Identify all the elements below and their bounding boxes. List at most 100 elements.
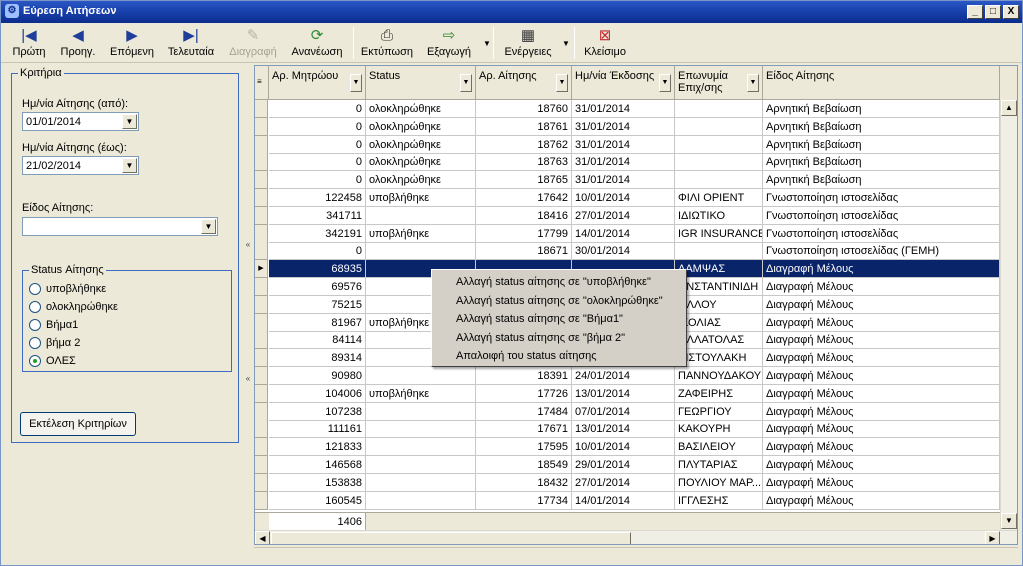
row-selector[interactable] (255, 135, 268, 154)
company-name-cell[interactable]: ΚΑΚΟΥΡΗ (675, 420, 763, 439)
scroll-left-icon[interactable]: ◀ (255, 531, 270, 544)
company-name-cell[interactable]: ΖΑΦΕΙΡΗΣ (675, 384, 763, 403)
request-type-cell[interactable]: Αρνητική Βεβαίωση (763, 153, 1000, 172)
issue-date-cell[interactable]: 31/01/2014 (572, 135, 675, 154)
request-type-cell[interactable]: Αρνητική Βεβαίωση (763, 117, 1000, 136)
menu-item-clear-status[interactable]: Απαλοιφή του status αίτησης (432, 347, 686, 366)
row-selector[interactable] (255, 331, 268, 350)
member-no-cell[interactable]: 84114 (269, 331, 366, 350)
request-no-cell[interactable]: 17734 (476, 491, 572, 510)
table-row[interactable]: 111161 17671 13/01/2014 ΚΑΚΟΥΡΗ Διαγραφή Μέλ… (255, 420, 1000, 439)
request-type-cell[interactable]: Διαγραφή Μέλους (763, 473, 1000, 492)
menu-item-set-submitted[interactable]: Αλλαγή status αίτησης σε "υποβλήθηκε" (432, 273, 686, 292)
member-no-cell[interactable]: 68935 (269, 260, 366, 279)
request-type-cell[interactable]: Διαγραφή Μέλους (763, 456, 1000, 474)
company-name-cell[interactable]: ΠΛΥΤΑΡΙΑΣ (675, 456, 763, 474)
table-row[interactable]: 341711 18416 27/01/2014 ΙΔΙΩΤΙΚΟ Γνωστοποίησ… (255, 206, 1000, 225)
issue-date-cell[interactable]: 30/01/2014 (572, 242, 675, 261)
next-record-button[interactable]: ▶ Επόμενη (107, 25, 157, 61)
issue-date-cell[interactable]: 27/01/2014 (572, 206, 675, 225)
column-header-status[interactable]: Status ▼ (366, 66, 476, 100)
member-no-cell[interactable]: 153838 (269, 473, 366, 492)
filter-dropdown-icon[interactable]: ▼ (747, 74, 759, 92)
issue-date-cell[interactable]: 31/01/2014 (572, 171, 675, 190)
maximize-button[interactable]: □ (985, 5, 1001, 19)
request-no-cell[interactable]: 17595 (476, 438, 572, 457)
export-dropdown-arrow[interactable]: ▼ (483, 39, 491, 48)
company-name-cell[interactable]: ΈΛΛΑΤΟΛΑΣ (675, 331, 763, 350)
previous-record-button[interactable]: ◀ Προηγ. (55, 25, 101, 61)
member-no-cell[interactable]: 121833 (269, 438, 366, 457)
row-selector[interactable] (255, 171, 268, 190)
chevron-down-icon[interactable]: ▼ (201, 219, 216, 234)
radio-button-checked[interactable] (29, 355, 41, 367)
request-type-cell[interactable]: Αρνητική Βεβαίωση (763, 100, 1000, 118)
company-name-cell[interactable]: ΡΙΣΤΟΥΛΑΚΗ (675, 349, 763, 368)
menu-item-set-step1[interactable]: Αλλαγή status αίτησης σε "Βήμα1" (432, 310, 686, 329)
company-name-cell[interactable] (675, 171, 763, 190)
member-no-cell[interactable]: 122458 (269, 189, 366, 207)
table-row[interactable]: 104006 υποβλήθηκε 17726 13/01/2014 ΖΑΦΕΙΡΗΣ Δ… (255, 384, 1000, 403)
table-row[interactable]: 90980 18391 24/01/2014 ΠΑΝΝΟΥΔΑΚΟΥ Διαγραφή … (255, 367, 1000, 385)
member-no-cell[interactable]: 89314 (269, 349, 366, 368)
company-name-cell[interactable] (675, 135, 763, 154)
company-name-cell[interactable]: IGR INSURANCE (675, 224, 763, 243)
last-record-button[interactable]: ▶| Τελευταία (163, 25, 219, 61)
scroll-right-icon[interactable]: ▶ (985, 531, 1000, 544)
request-no-cell[interactable]: 18671 (476, 242, 572, 261)
issue-date-cell[interactable]: 31/01/2014 (572, 100, 675, 118)
row-selector[interactable] (255, 313, 268, 332)
table-row[interactable]: 146568 18549 29/01/2014 ΠΛΥΤΑΡΙΑΣ Διαγραφή Μ… (255, 456, 1000, 474)
date-to-picker[interactable]: 21/02/2014 ▼ (22, 156, 139, 175)
request-no-cell[interactable]: 18549 (476, 456, 572, 474)
company-name-cell[interactable] (675, 100, 763, 118)
request-type-cell[interactable]: Γνωστοποίηση ιστοσελίδας (ΓΕΜΗ) (763, 242, 1000, 261)
run-criteria-button[interactable]: Εκτέλεση Κριτηρίων (20, 412, 136, 436)
refresh-button[interactable]: ⟳ Ανανέωση (287, 25, 347, 61)
table-row[interactable]: 122458 υποβλήθηκε 17642 10/01/2014 ΦΙΛΙ ΟΡΙΕ… (255, 189, 1000, 207)
column-header-company-name[interactable]: Επωνυμία Επιχ/σης ▼ (675, 66, 763, 100)
request-no-cell[interactable]: 17642 (476, 189, 572, 207)
issue-date-cell[interactable]: 27/01/2014 (572, 473, 675, 492)
issue-date-cell[interactable]: 10/01/2014 (572, 438, 675, 457)
request-type-cell[interactable]: Διαγραφή Μέλους (763, 420, 1000, 439)
request-type-cell[interactable]: Γνωστοποίηση ιστοσελίδας (763, 206, 1000, 225)
request-type-cell[interactable]: Διαγραφή Μέλους (763, 278, 1000, 296)
issue-date-cell[interactable]: 07/01/2014 (572, 402, 675, 421)
request-no-cell[interactable]: 17484 (476, 402, 572, 421)
issue-date-cell[interactable]: 13/01/2014 (572, 384, 675, 403)
member-no-cell[interactable]: 341711 (269, 206, 366, 225)
horizontal-scrollbar[interactable]: ◀ ▶ (255, 530, 1017, 544)
chevron-down-icon[interactable]: ▼ (122, 114, 137, 129)
close-window-button[interactable]: X (1003, 5, 1019, 19)
panel-splitter[interactable]: « « (244, 65, 252, 555)
request-no-cell[interactable]: 18416 (476, 206, 572, 225)
issue-date-cell[interactable]: 13/01/2014 (572, 420, 675, 439)
status-cell[interactable]: ολοκληρώθηκε (366, 153, 476, 172)
status-cell[interactable]: ολοκληρώθηκε (366, 171, 476, 190)
row-selector[interactable] (255, 491, 268, 510)
company-name-cell[interactable]: ΛΑΜΨΑΣ (675, 260, 763, 279)
member-no-cell[interactable]: 342191 (269, 224, 366, 243)
collapse-left-icon[interactable]: « (245, 241, 251, 249)
company-name-cell[interactable]: ΓΕΩΡΓΙΟΥ (675, 402, 763, 421)
issue-date-cell[interactable]: 14/01/2014 (572, 224, 675, 243)
request-type-cell[interactable]: Διαγραφή Μέλους (763, 260, 1000, 279)
status-cell[interactable] (366, 206, 476, 225)
status-cell[interactable]: υποβλήθηκε (366, 189, 476, 207)
table-row[interactable]: 153838 18432 27/01/2014 ΠΟΥΛΙΟΥ ΜΑΡ... Διαγρ… (255, 473, 1000, 492)
company-name-cell[interactable] (675, 117, 763, 136)
request-no-cell[interactable]: 18760 (476, 100, 572, 118)
member-no-cell[interactable]: 0 (269, 242, 366, 261)
row-selector[interactable] (255, 384, 268, 403)
company-name-cell[interactable]: ΠΟΥΛΙΟΥ ΜΑΡ... (675, 473, 763, 492)
status-cell[interactable] (366, 473, 476, 492)
table-row[interactable]: 0 ολοκληρώθηκε 18762 31/01/2014 Αρνητική Βεβ… (255, 135, 1000, 154)
status-cell[interactable] (366, 367, 476, 385)
export-button[interactable]: ⇨ Εξαγωγή (421, 25, 477, 61)
member-no-cell[interactable]: 104006 (269, 384, 366, 403)
request-no-cell[interactable]: 18763 (476, 153, 572, 172)
company-name-cell[interactable] (675, 153, 763, 172)
member-no-cell[interactable]: 75215 (269, 295, 366, 314)
member-no-cell[interactable]: 0 (269, 135, 366, 154)
